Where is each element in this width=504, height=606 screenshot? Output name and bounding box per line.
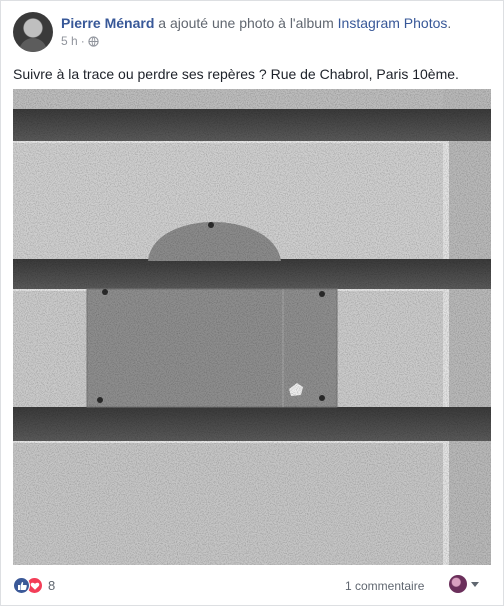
avatar-silhouette <box>19 38 47 52</box>
album-link[interactable]: Instagram Photos <box>338 15 448 31</box>
reaction-count: 8 <box>48 578 56 593</box>
meta-separator: · <box>80 34 85 48</box>
post-header: Pierre Ménard a ajouté une photo à l'alb… <box>13 12 493 52</box>
action-text: a ajouté une photo à l'album <box>154 15 338 31</box>
author-name[interactable]: Pierre Ménard <box>61 15 154 31</box>
photo-image <box>13 89 491 565</box>
post-caption: Suivre à la trace ou perdre ses repères … <box>13 66 459 82</box>
post-meta: 5 h · <box>61 34 99 48</box>
avatar <box>449 575 467 593</box>
album-suffix: . <box>447 15 452 31</box>
caret-down-icon <box>471 581 479 587</box>
globe-icon[interactable] <box>88 35 99 47</box>
viewer-identity-selector[interactable] <box>449 575 479 593</box>
comments-count-link[interactable]: 1 commentaire <box>345 579 424 593</box>
post-time[interactable]: 5 h <box>61 34 78 48</box>
post-footer: 8 1 commentaire <box>13 575 493 597</box>
post-card: Pierre Ménard a ajouté une photo à l'alb… <box>0 0 504 606</box>
like-icon <box>13 577 30 594</box>
post-photo[interactable] <box>13 89 491 565</box>
reactions-summary[interactable]: 8 <box>13 577 55 594</box>
post-headline: Pierre Ménard a ajouté une photo à l'alb… <box>61 14 451 32</box>
author-avatar[interactable] <box>13 12 53 52</box>
